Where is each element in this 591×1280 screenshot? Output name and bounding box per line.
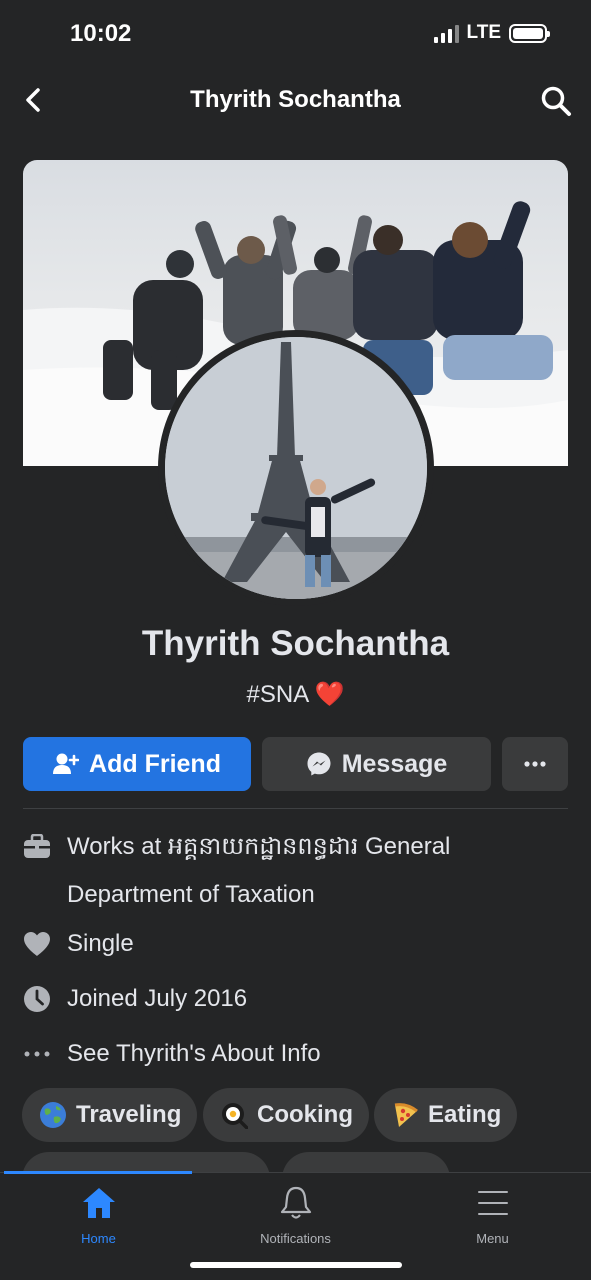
hobby-label: Eating xyxy=(428,1101,502,1128)
bell-icon xyxy=(197,1183,394,1223)
tab-menu[interactable]: Menu xyxy=(394,1183,591,1246)
more-dots-icon xyxy=(22,1039,52,1069)
about-text: See Thyrith's About Info xyxy=(67,1040,321,1067)
status-bar: 10:02 LTE xyxy=(0,0,591,70)
profile-picture[interactable] xyxy=(158,330,434,606)
add-person-icon xyxy=(53,753,80,774)
work-text: Works at អគ្គនាយកដ្ឋានពន្ធដារ General De… xyxy=(67,833,451,908)
profile-bio: #SNA ❤️ xyxy=(246,681,345,708)
add-friend-label: Add Friend xyxy=(89,749,221,778)
section-divider xyxy=(23,808,568,809)
hamburger-menu-icon xyxy=(394,1183,591,1223)
hobby-chip-eating[interactable]: Eating xyxy=(374,1088,518,1142)
briefcase-icon xyxy=(22,832,52,862)
hobby-label: Cooking xyxy=(257,1101,353,1128)
tab-home[interactable]: Home xyxy=(0,1183,197,1246)
hobby-chip-traveling[interactable]: Traveling xyxy=(22,1088,198,1142)
egg-pan-icon xyxy=(219,1100,249,1130)
active-tab-indicator xyxy=(4,1171,192,1174)
add-friend-button[interactable]: Add Friend xyxy=(23,737,251,791)
relationship-text: Single xyxy=(67,930,134,957)
more-icon xyxy=(524,761,546,767)
search-button[interactable] xyxy=(539,84,573,118)
clock-icon xyxy=(22,984,52,1014)
status-time: 10:02 xyxy=(70,20,132,47)
pizza-icon xyxy=(390,1100,420,1130)
battery-icon xyxy=(509,23,550,43)
joined-text: Joined July 2016 xyxy=(67,985,248,1012)
nav-bar: Thyrith Sochantha xyxy=(0,70,591,132)
relationship-info: Single xyxy=(22,929,134,968)
messenger-icon xyxy=(307,752,331,776)
joined-info: Joined July 2016 xyxy=(22,984,247,1023)
network-type: LTE xyxy=(466,22,501,43)
globe-icon xyxy=(38,1100,68,1130)
signal-icon xyxy=(433,23,459,43)
hobby-label: Traveling xyxy=(76,1101,182,1128)
home-icon xyxy=(0,1183,197,1223)
heart-icon xyxy=(22,929,52,959)
nav-title: Thyrith Sochantha xyxy=(190,86,401,113)
tab-label: Menu xyxy=(476,1231,509,1246)
tab-label: Home xyxy=(81,1231,116,1246)
eiffel-tower-photo xyxy=(165,337,427,599)
about-info-link[interactable]: See Thyrith's About Info xyxy=(22,1039,321,1078)
message-label: Message xyxy=(341,749,448,778)
profile-name: Thyrith Sochantha xyxy=(141,624,450,663)
hobby-chip-cooking[interactable]: Cooking xyxy=(203,1088,369,1142)
work-info[interactable]: Works at អគ្គនាយកដ្ឋានពន្ធដារ General De… xyxy=(22,832,547,919)
more-options-button[interactable] xyxy=(502,737,568,791)
tab-notifications[interactable]: Notifications xyxy=(197,1183,394,1246)
message-button[interactable]: Message xyxy=(262,737,491,791)
tab-label: Notifications xyxy=(260,1231,331,1246)
home-indicator xyxy=(190,1262,402,1268)
status-indicators: LTE xyxy=(433,22,550,44)
search-icon xyxy=(541,86,571,116)
